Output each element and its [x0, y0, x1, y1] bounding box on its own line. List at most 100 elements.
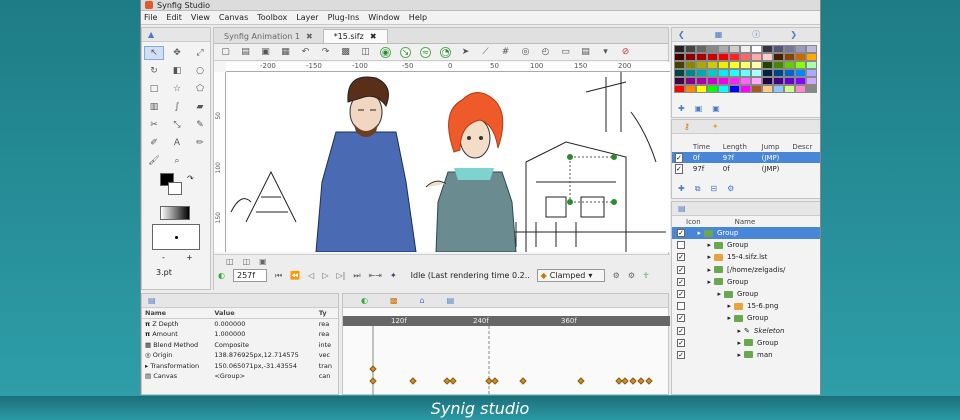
mirror-tool-icon[interactable]: ◧: [167, 64, 187, 78]
palette-swatch[interactable]: [795, 69, 806, 77]
palette-swatch[interactable]: [762, 61, 773, 69]
palette-swatch[interactable]: [751, 69, 762, 77]
palette-swatch[interactable]: [696, 77, 707, 85]
size-plus-button[interactable]: +: [186, 253, 193, 262]
save-as-icon[interactable]: ▦: [280, 47, 291, 58]
layer-row[interactable]: ✓ ▸ [/home/zelgadis/: [672, 264, 820, 276]
keyframe-lock-icon[interactable]: ✦: [390, 271, 397, 280]
layer-row[interactable]: ✓ ▸ Group: [672, 288, 820, 300]
palette-swatch[interactable]: [773, 53, 784, 61]
palette-swatch[interactable]: [806, 85, 817, 93]
fill-tool-icon[interactable]: ▰: [190, 100, 210, 114]
drawing-canvas[interactable]: [226, 72, 670, 252]
palette-swatch[interactable]: [762, 45, 773, 53]
draw-tool-icon[interactable]: ✐: [144, 136, 164, 150]
keyframe-properties-icon[interactable]: ⚙: [727, 184, 734, 194]
prev-frame-icon[interactable]: ◁: [308, 271, 314, 280]
layer-row[interactable]: ✓ ▸ Group: [672, 276, 820, 288]
width-tool-icon[interactable]: ⤡: [167, 118, 187, 132]
close-icon[interactable]: ✖: [306, 32, 313, 41]
palette-swatch[interactable]: [674, 69, 685, 77]
eyedrop-tool-icon[interactable]: ✎: [190, 118, 210, 132]
add-keyframe-icon[interactable]: ✚: [678, 184, 685, 194]
layer-visible-checkbox[interactable]: ✓: [677, 229, 685, 238]
stop-render-icon[interactable]: ⊘: [620, 47, 631, 58]
palette-swatch[interactable]: [795, 53, 806, 61]
menu-toolbox[interactable]: Toolbox: [257, 13, 287, 22]
animation-mode-icon[interactable]: ◐: [218, 271, 225, 280]
waypoint-diamond[interactable]: [491, 377, 499, 385]
brush-tool-icon[interactable]: 🖌: [144, 154, 164, 168]
add-color-icon[interactable]: ✚: [678, 104, 685, 113]
waypoint-diamond[interactable]: [645, 377, 653, 385]
onion-future-icon[interactable]: ◫: [243, 257, 251, 266]
layer-row[interactable]: ▸ Group: [672, 239, 820, 251]
palette-swatch[interactable]: [762, 85, 773, 93]
palette-swatch[interactable]: [806, 45, 817, 53]
smooth-move-tool-icon[interactable]: ✥: [167, 46, 187, 60]
layer-visible-checkbox[interactable]: [677, 241, 685, 250]
undo-icon[interactable]: ↶: [300, 47, 311, 58]
palette-swatch[interactable]: [740, 69, 751, 77]
palette-swatch[interactable]: [740, 53, 751, 61]
text-tool-icon[interactable]: A: [167, 136, 187, 150]
low-res-icon[interactable]: ▭: [560, 47, 571, 58]
save-icon[interactable]: ▣: [260, 47, 271, 58]
curves-icon[interactable]: ▩: [390, 296, 398, 305]
palette-swatch[interactable]: [784, 61, 795, 69]
keyframe-row[interactable]: ✓ 0f 97f (JMP): [672, 152, 820, 163]
circle-tool-icon[interactable]: ○: [190, 64, 210, 78]
waypoint-diamond[interactable]: [449, 377, 457, 385]
onion-skin-icon[interactable]: ◎: [520, 47, 531, 58]
redo-icon[interactable]: ↷: [320, 47, 331, 58]
render-preview-icon[interactable]: ▣: [259, 257, 267, 266]
palette-swatch[interactable]: [707, 69, 718, 77]
palette-swatch[interactable]: [773, 61, 784, 69]
palette-swatch[interactable]: [740, 61, 751, 69]
param-row[interactable]: ◎ Origin 138.876925px,12.714575 vec: [142, 350, 338, 361]
expander-icon[interactable]: ▸: [688, 229, 704, 237]
grid-icon[interactable]: #: [500, 47, 511, 58]
palette-swatch[interactable]: [685, 69, 696, 77]
toggle-handles-icon[interactable]: ◉: [380, 46, 391, 58]
layer-visible-checkbox[interactable]: ✓: [677, 277, 685, 286]
palette-swatch[interactable]: [696, 53, 707, 61]
palette-swatch[interactable]: [674, 53, 685, 61]
pointer-icon[interactable]: ➤: [460, 47, 471, 58]
bounds-icon[interactable]: ⇤⇥: [369, 271, 382, 280]
palette-swatch[interactable]: [707, 77, 718, 85]
prev-keyframe-icon[interactable]: ⏪: [290, 271, 300, 280]
waypoint-diamond[interactable]: [637, 377, 645, 385]
param-row[interactable]: ▸ Transformation 150.065071px,-31.43554 tr…: [142, 361, 338, 372]
chevron-right-icon[interactable]: ❯: [790, 30, 797, 39]
expander-icon[interactable]: ▸: [688, 253, 714, 261]
palette-swatch[interactable]: [751, 85, 762, 93]
palette-swatch[interactable]: [795, 45, 806, 53]
polygon-tool-icon[interactable]: ⬠: [190, 82, 210, 96]
menu-edit[interactable]: Edit: [166, 13, 182, 22]
palette-swatch[interactable]: [784, 45, 795, 53]
palette-swatch[interactable]: [729, 45, 740, 53]
layer-row[interactable]: ▸ 15-6.png: [672, 300, 820, 312]
waypoint-diamond[interactable]: [629, 377, 637, 385]
palette-swatch[interactable]: [751, 77, 762, 85]
menu-file[interactable]: File: [144, 13, 157, 22]
palette-swatch[interactable]: [806, 61, 817, 69]
palette-swatch[interactable]: [729, 61, 740, 69]
palette-swatch[interactable]: [707, 45, 718, 53]
layer-visible-checkbox[interactable]: ✓: [677, 290, 685, 299]
palette-swatch[interactable]: [773, 45, 784, 53]
layer-row[interactable]: ✓ ▸ Group: [672, 227, 820, 240]
sound-icon[interactable]: ▤: [447, 296, 455, 305]
palette-swatch[interactable]: [740, 85, 751, 93]
palette-swatch[interactable]: [707, 85, 718, 93]
open-file-icon[interactable]: ▤: [240, 47, 251, 58]
sketch-tool-icon[interactable]: ✏: [190, 136, 210, 150]
play-icon[interactable]: ▷: [322, 271, 328, 280]
waypoint-diamond[interactable]: [369, 377, 377, 385]
palette-swatch[interactable]: [674, 45, 685, 53]
brush-preview[interactable]: [152, 224, 200, 250]
palette-swatch[interactable]: [784, 69, 795, 77]
palette-swatch[interactable]: [795, 77, 806, 85]
palette-swatch[interactable]: [740, 45, 751, 53]
